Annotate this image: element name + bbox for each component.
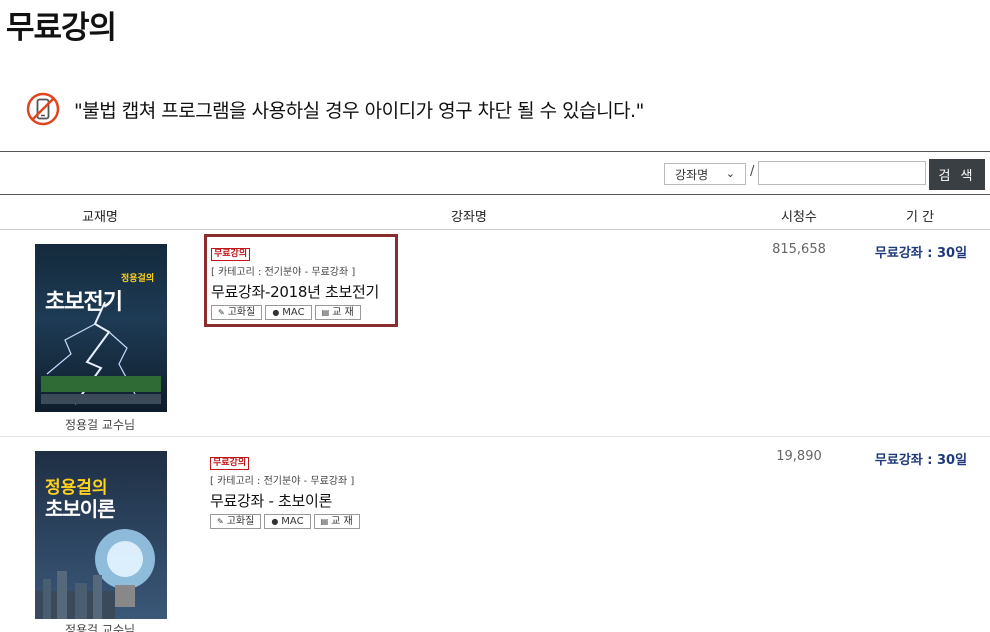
- page-title: 무료강의: [6, 10, 117, 46]
- header-divider: [0, 229, 990, 230]
- search-category-value: 강좌명: [675, 167, 709, 182]
- book-cover-image[interactable]: 정용걸의 초보전기: [35, 244, 167, 412]
- view-count: 19,890: [776, 449, 822, 464]
- book-cover-image[interactable]: 정용걸의 초보이론: [35, 451, 167, 619]
- mac-chip-label: MAC: [282, 307, 305, 318]
- hd-icon: ✎: [218, 308, 225, 317]
- course-category: [ 카테고리 : 전기분야 - 무료강좌 ]: [210, 476, 355, 487]
- search-toolbar: 강좌명 ⌄ / 검 색: [0, 151, 990, 195]
- search-category-select[interactable]: 강좌명 ⌄: [664, 163, 746, 185]
- mac-chip-label: MAC: [281, 516, 304, 527]
- course-category: [ 카테고리 : 전기분야 - 무료강좌 ]: [211, 267, 356, 278]
- hd-chip-label: 고화질: [226, 516, 255, 527]
- course-title-link[interactable]: 무료강좌-2018년 초보전기: [211, 281, 391, 302]
- view-count: 815,658: [772, 242, 826, 257]
- book-title-line2: 초보이론: [45, 497, 116, 521]
- no-phone-icon: [26, 92, 60, 126]
- mac-chip[interactable]: ● MAC: [265, 305, 312, 320]
- mac-chip[interactable]: ● MAC: [264, 514, 311, 529]
- textbook-chip-label: 교 재: [332, 307, 354, 318]
- textbook-chip[interactable]: ▤ 교 재: [313, 514, 360, 529]
- course-period: 무료강좌 : 30일: [874, 453, 968, 468]
- hd-chip-label: 고화질: [227, 307, 256, 318]
- textbook-chip-label: 교 재: [331, 516, 353, 527]
- row-divider: [0, 436, 990, 437]
- instructor-name: 정용걸 교수님: [64, 623, 136, 632]
- book-title-line1: 정용걸의: [121, 274, 155, 284]
- search-separator: /: [750, 164, 755, 179]
- warning-text: "불법 캡쳐 프로그램을 사용하실 경우 아이디가 영구 차단 될 수 있습니다…: [74, 99, 644, 122]
- apple-icon: ●: [271, 517, 279, 526]
- course-info-box: 무료강의 [ 카테고리 : 전기분야 - 무료강좌 ] 무료강좌 - 초보이론 …: [204, 444, 398, 535]
- capture-warning-notice: "불법 캡쳐 프로그램을 사용하실 경우 아이디가 영구 차단 될 수 있습니다…: [26, 90, 644, 128]
- column-header-book: 교재명: [82, 210, 118, 225]
- instructor-name: 정용걸 교수님: [64, 418, 136, 432]
- course-period: 무료강좌 : 30일: [874, 246, 968, 261]
- course-title-link[interactable]: 무료강좌 - 초보이론: [210, 490, 392, 511]
- column-header-views: 시청수: [781, 210, 817, 225]
- chevron-down-icon: ⌄: [725, 167, 735, 180]
- course-info-box: 무료강의 [ 카테고리 : 전기분야 - 무료강좌 ] 무료강좌-2018년 초…: [204, 234, 398, 327]
- book-icon: ▤: [321, 308, 330, 317]
- search-button[interactable]: 검 색: [929, 159, 985, 190]
- free-lecture-badge: 무료강의: [211, 248, 251, 261]
- hd-chip[interactable]: ✎ 고화질: [211, 305, 263, 320]
- textbook-chip[interactable]: ▤ 교 재: [314, 305, 361, 320]
- search-input[interactable]: [758, 161, 926, 185]
- column-header-period: 기 간: [906, 210, 935, 225]
- book-icon: ▤: [320, 517, 329, 526]
- free-lecture-badge: 무료강의: [210, 457, 250, 470]
- apple-icon: ●: [272, 308, 280, 317]
- book-title-line2: 초보전기: [45, 290, 123, 315]
- lightning-illustration: [41, 301, 161, 405]
- course-option-chips: ✎ 고화질 ● MAC ▤ 교 재: [210, 514, 392, 529]
- course-option-chips: ✎ 고화질 ● MAC ▤ 교 재: [211, 305, 391, 320]
- column-header-course: 강좌명: [451, 210, 487, 225]
- hd-chip[interactable]: ✎ 고화질: [210, 514, 262, 529]
- hd-icon: ✎: [217, 517, 224, 526]
